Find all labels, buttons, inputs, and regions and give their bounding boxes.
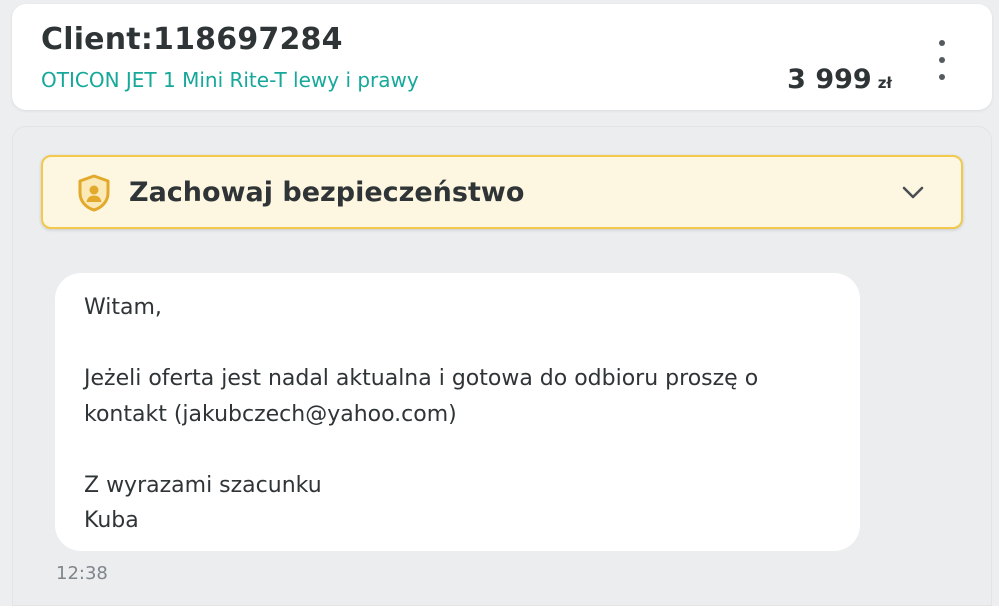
price: 3 999 zł <box>787 64 892 95</box>
shield-user-icon <box>78 174 110 212</box>
chevron-down-icon[interactable] <box>901 182 925 202</box>
safety-banner[interactable]: Zachowaj bezpieczeństwo <box>41 155 963 229</box>
kebab-menu-icon[interactable] <box>932 40 952 80</box>
listing-header-card: Client:118697284 OTICON JET 1 Mini Rite-… <box>12 4 992 110</box>
kebab-dot <box>939 74 945 80</box>
kebab-dot <box>939 57 945 63</box>
message-text: Witam, Jeżeli oferta jest nadal aktualna… <box>84 295 759 533</box>
safety-banner-title: Zachowaj bezpieczeństwo <box>129 177 525 208</box>
kebab-dot <box>939 40 945 46</box>
price-amount: 3 999 <box>787 64 872 95</box>
price-currency: zł <box>877 74 892 92</box>
client-title: Client:118697284 <box>41 22 343 57</box>
message-timestamp: 12:38 <box>56 563 108 584</box>
product-link[interactable]: OTICON JET 1 Mini Rite-T lewy i prawy <box>41 68 419 92</box>
message-bubble: Witam, Jeżeli oferta jest nadal aktualna… <box>55 273 860 551</box>
